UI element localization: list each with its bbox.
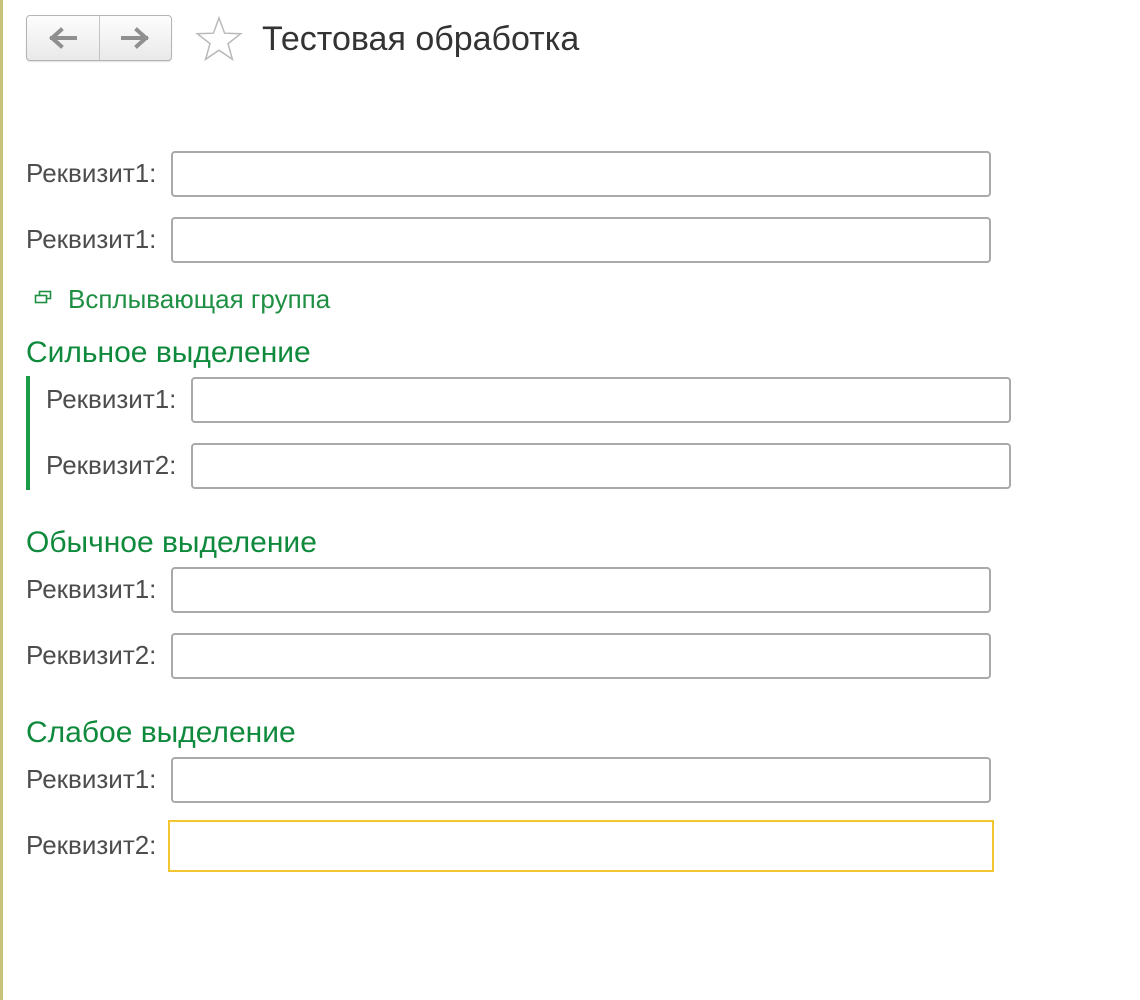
field-label: Реквизит2: [46,450,177,480]
field-label: Реквизит1: [26,764,157,794]
strong-highlight-bar [26,376,30,490]
normal-rekvizit2-input[interactable] [171,633,991,679]
strong-rekvizit2-input[interactable] [191,443,1011,489]
navigation-buttons [26,15,172,61]
field-label-row: Реквизит1: [26,158,156,188]
popup-group-link[interactable]: Всплывающая группа [34,284,330,314]
field-label: Реквизит1: [46,384,177,414]
rekvizit1-input[interactable] [171,151,991,197]
popup-group-label: Всплывающая группа [68,284,331,314]
field-label: Реквизит1: [26,574,157,604]
field-label-row: Реквизит1: [26,224,156,254]
strong-rekvizit1-input[interactable] [191,377,1011,423]
forward-button[interactable] [98,16,172,60]
group-title-strong: Сильное выделение [26,336,311,369]
field-label-row: Реквизит2: [46,450,176,480]
arrow-right-icon [120,27,150,49]
weak-rekvizit2-input[interactable] [168,820,994,872]
group-title-weak: Слабое выделение [26,716,296,749]
field-label: Реквизит1: [26,224,157,254]
arrow-left-icon [48,27,78,49]
weak-rekvizit1-input[interactable] [171,757,991,803]
field-label: Реквизит2: [26,830,157,860]
field-label-row: Реквизит1: [26,764,156,794]
popup-group-icon [34,290,52,309]
window-edge [0,0,3,1000]
field-label-row: Реквизит2: [26,640,156,670]
group-title-normal: Обычное выделение [26,526,317,559]
normal-rekvizit1-input[interactable] [171,567,991,613]
field-label-row: Реквизит2: [26,830,156,860]
field-label: Реквизит1: [26,158,157,188]
field-label-row: Реквизит1: [46,384,176,414]
rekvizit1-second-input[interactable] [171,217,991,263]
form-window: Тестовая обработка Реквизит1: Реквизит1:… [0,0,1140,1000]
favorite-button[interactable] [195,15,243,62]
field-label-row: Реквизит1: [26,574,156,604]
field-label: Реквизит2: [26,640,157,670]
page-title: Тестовая обработка [262,20,580,58]
star-outline-icon [195,15,243,66]
back-button[interactable] [27,16,99,60]
